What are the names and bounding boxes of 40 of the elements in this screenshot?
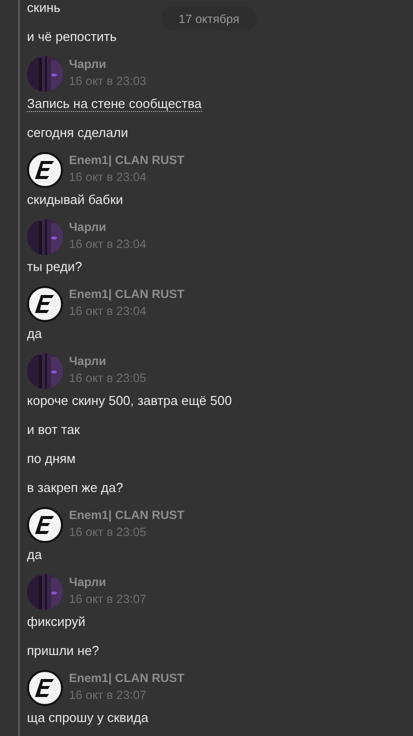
message-time: 16 окт в 23:04 [69, 236, 146, 253]
date-badge: 17 октября [161, 6, 257, 31]
message-text: и вот так [27, 420, 80, 439]
message-time: 16 окт в 23:04 [69, 169, 148, 186]
message-text: сегодня сделали [27, 124, 128, 142]
message-text: скидывай бабки [27, 190, 124, 209]
author-name[interactable]: Чарли [69, 219, 146, 235]
message-time: 16 окт в 23:03 [69, 73, 146, 90]
avatar-icon [27, 353, 63, 389]
logo-avatar-icon [27, 286, 63, 322]
author-name[interactable]: Enem1| CLAN RUST [69, 152, 184, 168]
author-name[interactable]: Enem1| CLAN RUST [69, 286, 184, 302]
message-text: да [27, 324, 42, 343]
message-text: и чё репостить [27, 28, 117, 46]
message-time: 16 окт в 23:07 [69, 687, 148, 704]
message-time: 16 окт в 23:07 [69, 591, 146, 608]
logo-avatar-icon [27, 152, 63, 188]
message-text: скинь [27, 0, 60, 17]
message-text: в закреп же да? [27, 478, 124, 497]
message-text: ща спрошу у сквида [27, 708, 148, 727]
message-time: 16 окт в 23:05 [69, 370, 146, 387]
avatar-icon [27, 574, 63, 610]
message-time: 16 окт в 23:05 [69, 524, 148, 541]
message-text: короче скину 500, завтра ещё 500 [27, 392, 232, 410]
author-name[interactable]: Чарли [69, 56, 146, 72]
message-text: фиксируй [27, 612, 86, 631]
author-name[interactable]: Чарли [69, 574, 146, 590]
author-name[interactable]: Enem1| CLAN RUST [69, 670, 184, 686]
message-time: 16 окт в 23:04 [69, 303, 148, 320]
author-name[interactable]: Чарли [69, 353, 146, 369]
message-text: ты реди? [27, 258, 82, 276]
message-text: да [27, 546, 42, 564]
message-text: пришли не? [27, 642, 100, 660]
avatar-icon [27, 219, 63, 255]
avatar-icon [27, 56, 63, 92]
message-text: по дням [27, 450, 76, 468]
wall-post-link[interactable]: Запись на стене сообщества [27, 96, 202, 112]
author-name[interactable]: Enem1| CLAN RUST [69, 507, 184, 523]
logo-avatar-icon [27, 670, 63, 706]
logo-avatar-icon [27, 507, 63, 543]
